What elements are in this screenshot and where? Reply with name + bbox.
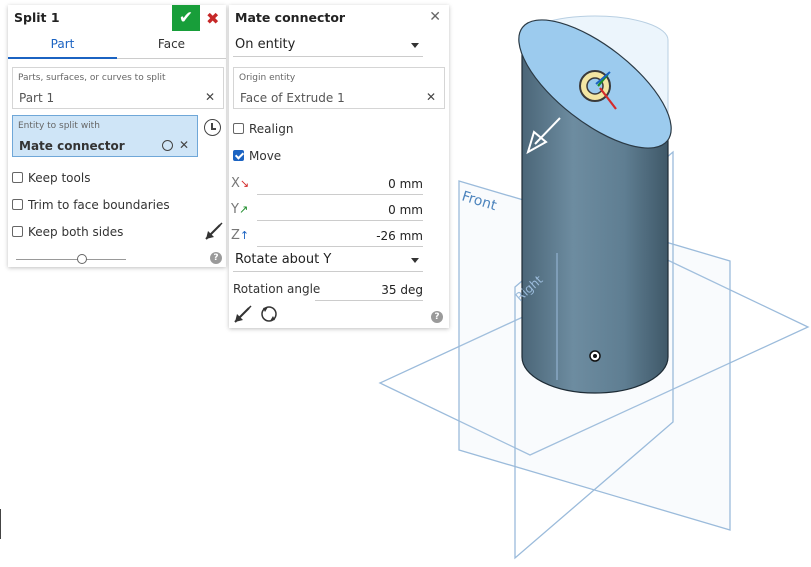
clear-origin-icon[interactable]: ✕ [426, 90, 436, 104]
origin-entity-label: Origin entity [239, 73, 296, 83]
move-label: Move [249, 149, 282, 163]
transparency-slider[interactable] [16, 254, 126, 264]
z-offset-value[interactable]: -26 mm [376, 229, 423, 243]
slider-thumb[interactable] [77, 254, 87, 264]
split-panel-header: Split 1 ✔ ✖ [8, 5, 226, 31]
z-axis-label: Z↑ [231, 228, 250, 243]
z-offset-row[interactable]: Z↑ -26 mm [229, 225, 429, 247]
parts-to-split-label: Parts, surfaces, or curves to split [18, 73, 166, 83]
parts-to-split-value: Part 1 [19, 91, 55, 105]
rotation-angle-row[interactable]: Rotation angle 35 deg [229, 279, 429, 301]
checkmark-icon: ✔ [178, 8, 194, 28]
origin-entity-value: Face of Extrude 1 [240, 91, 345, 105]
split-panel-title: Split 1 [14, 10, 60, 25]
trim-to-face-boundaries-label: Trim to face boundaries [28, 198, 170, 212]
close-icon[interactable]: ✕ [429, 9, 441, 25]
x-offset-row[interactable]: X↘ 0 mm [229, 173, 429, 195]
mate-help-icon[interactable]: ? [431, 311, 443, 323]
mate-mode-value: On entity [235, 37, 296, 52]
y-offset-value[interactable]: 0 mm [388, 203, 423, 217]
keep-both-sides-label: Keep both sides [28, 225, 124, 239]
keep-tools-checkbox[interactable] [12, 172, 23, 183]
realign-checkbox[interactable] [233, 123, 244, 134]
accept-button[interactable]: ✔ [172, 5, 200, 31]
y-offset-row[interactable]: Y↗ 0 mm [229, 199, 429, 221]
keep-both-sides-checkbox[interactable] [12, 226, 23, 237]
entity-to-split-with-value: Mate connector [19, 139, 125, 153]
trim-to-face-boundaries-option[interactable]: Trim to face boundaries [12, 198, 170, 212]
keep-tools-option[interactable]: Keep tools [12, 171, 90, 185]
viewport-edge-tick [0, 509, 1, 539]
mate-panel-title: Mate connector [235, 10, 346, 25]
split-help-icon[interactable]: ? [210, 252, 222, 264]
rotate-about-dropdown[interactable]: Rotate about Y [233, 248, 423, 272]
keep-both-sides-option[interactable]: Keep both sides [12, 225, 123, 239]
flip-primary-axis-icon[interactable] [233, 304, 253, 324]
move-option[interactable]: Move [233, 149, 281, 163]
keep-tools-label: Keep tools [28, 171, 91, 185]
reorient-secondary-axis-icon[interactable] [259, 304, 279, 324]
realign-option[interactable]: Realign [233, 122, 293, 136]
mate-connector-panel: Mate connector ✕ On entity Origin entity… [229, 5, 449, 328]
clear-entity-icon[interactable]: ✕ [179, 138, 189, 152]
entity-to-split-with-field[interactable]: Entity to split with Mate connector ✕ [12, 115, 198, 157]
parts-to-split-field[interactable]: Parts, surfaces, or curves to split Part… [12, 67, 224, 109]
split-feature-panel: Split 1 ✔ ✖ Part Face Parts, surfaces, o… [8, 5, 226, 267]
flip-direction-icon[interactable] [204, 221, 224, 241]
rotation-angle-value[interactable]: 35 deg [381, 283, 423, 297]
origin-point-icon[interactable] [589, 350, 601, 362]
mate-mode-dropdown[interactable]: On entity [233, 33, 423, 57]
entity-to-split-with-label: Entity to split with [18, 121, 100, 131]
rotate-about-value: Rotate about Y [235, 252, 332, 267]
trim-to-face-boundaries-checkbox[interactable] [12, 199, 23, 210]
rotation-angle-label: Rotation angle [233, 282, 321, 296]
move-checkbox[interactable] [233, 150, 244, 161]
tab-part[interactable]: Part [8, 35, 117, 59]
split-tabs: Part Face [8, 35, 226, 59]
realign-label: Realign [249, 122, 294, 136]
cancel-button[interactable]: ✖ [206, 9, 219, 28]
chevron-down-icon [411, 43, 419, 48]
x-axis-label: X↘ [231, 176, 250, 191]
mate-panel-header: Mate connector ✕ [229, 5, 449, 29]
clear-parts-icon[interactable]: ✕ [205, 90, 215, 104]
mate-connector-small-icon[interactable] [162, 140, 173, 151]
y-axis-label: Y↗ [231, 202, 249, 217]
mate-connector-icon[interactable] [204, 119, 221, 136]
tab-face[interactable]: Face [117, 35, 226, 59]
origin-entity-field[interactable]: Origin entity Face of Extrude 1 ✕ [233, 67, 445, 109]
x-offset-value[interactable]: 0 mm [388, 177, 423, 191]
chevron-down-icon [411, 258, 419, 263]
